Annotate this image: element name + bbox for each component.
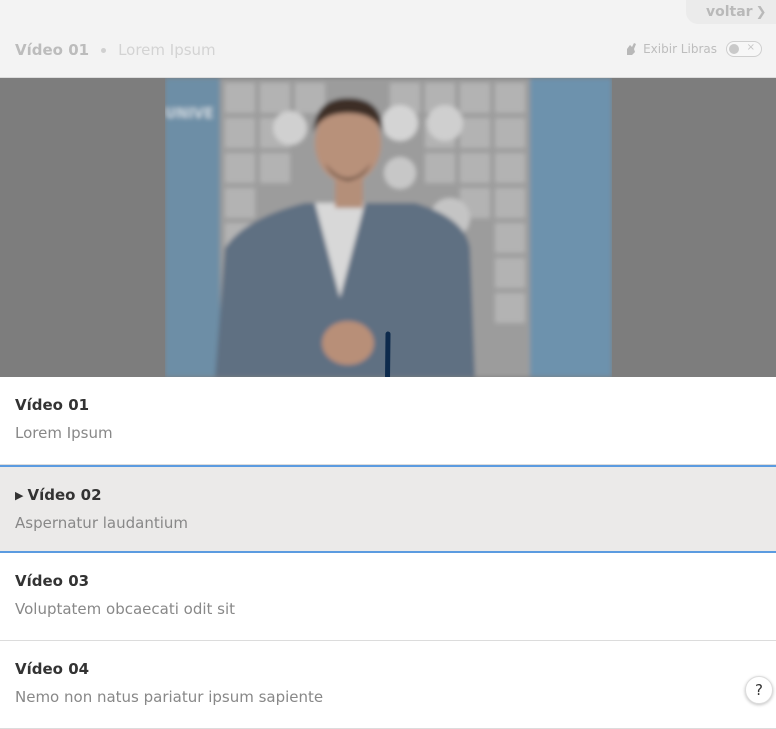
page-title: Vídeo 01 — [15, 41, 90, 59]
playlist-item-title: Vídeo 01 — [15, 396, 90, 414]
arrow-down-icon — [385, 331, 391, 377]
playlist-item-title-row: ▶ Vídeo 02 — [15, 486, 102, 504]
playlist-item-video-01[interactable]: Vídeo 01 Lorem Ipsum — [0, 377, 776, 465]
libras-toggle[interactable]: × — [726, 41, 762, 57]
svg-text:UNIVE: UNIVE — [165, 106, 214, 122]
play-icon: ▶ — [15, 488, 24, 502]
playlist-item-description: Nemo non natus pariatur ipsum sapiente — [15, 688, 324, 706]
libras-label: Exibir Libras — [643, 42, 717, 56]
playlist-item-description: Voluptatem obcaecati odit sit — [15, 600, 236, 618]
hand-icon — [627, 43, 637, 55]
playlist-item-title: Vídeo 04 — [15, 660, 90, 678]
video-playlist: Vídeo 01 Lorem Ipsum ▶ Vídeo 02 Aspernat… — [0, 377, 776, 729]
video-player[interactable]: UNIVE — [0, 78, 776, 377]
playlist-item-title: Vídeo 03 — [15, 572, 90, 590]
page-subtitle: Lorem Ipsum — [118, 41, 216, 59]
breadcrumb: Vídeo 01 Lorem Ipsum — [15, 41, 216, 59]
close-icon: × — [746, 42, 755, 53]
header: voltar ❯ Vídeo 01 Lorem Ipsum Exibir Lib… — [0, 0, 776, 78]
help-label: ? — [755, 681, 763, 699]
separator-dot — [101, 47, 107, 53]
help-button[interactable]: ? — [745, 676, 773, 704]
chevron-right-icon: ❯ — [755, 4, 767, 20]
toggle-knob — [729, 44, 739, 54]
playlist-item-video-02[interactable]: ▶ Vídeo 02 Aspernatur laudantium — [0, 465, 776, 553]
playlist-item-video-04[interactable]: Vídeo 04 Nemo non natus pariatur ipsum s… — [0, 641, 776, 729]
back-label: voltar — [706, 4, 753, 20]
libras-control: Exibir Libras × — [625, 41, 762, 57]
playlist-item-description: Aspernatur laudantium — [15, 514, 189, 532]
back-button[interactable]: voltar ❯ — [686, 0, 776, 24]
playlist-item-video-03[interactable]: Vídeo 03 Voluptatem obcaecati odit sit — [0, 553, 776, 641]
playlist-item-title: Vídeo 02 — [27, 486, 102, 504]
playlist-item-description: Lorem Ipsum — [15, 424, 113, 442]
